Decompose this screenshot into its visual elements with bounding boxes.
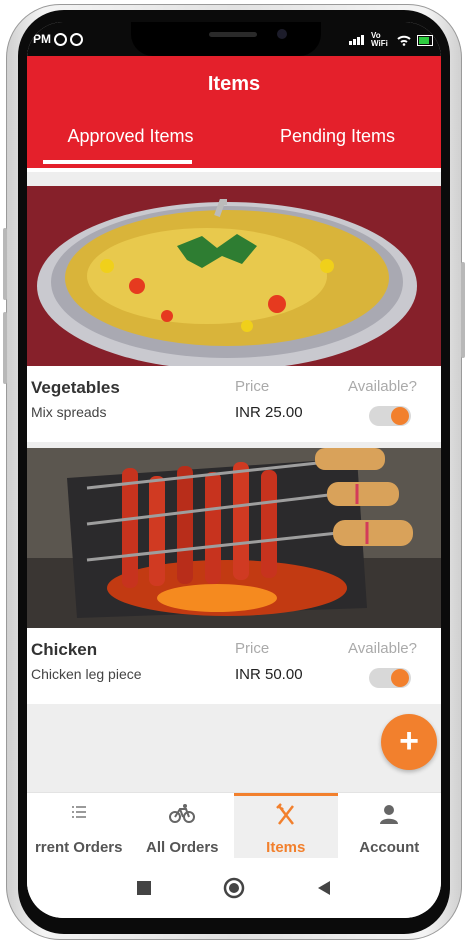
- speaker-grille: [209, 32, 257, 37]
- app-screen: PM Vo WiFi Items Approved Items Pending …: [27, 22, 441, 918]
- notification-icon: [54, 33, 67, 47]
- item-card[interactable]: Chicken Chicken leg piece Price INR 50.0…: [27, 448, 441, 704]
- price-label: Price: [235, 378, 270, 395]
- item-price: INR 50.00: [235, 666, 303, 683]
- item-card[interactable]: Vegetables Mix spreads Price INR 25.00 A…: [27, 186, 441, 442]
- wifi-icon: [397, 35, 411, 46]
- status-icons: Vo WiFi: [349, 32, 433, 48]
- add-item-button[interactable]: +: [381, 714, 437, 770]
- bottom-navigation: rrent Orders All Orders Items Account: [27, 792, 441, 859]
- availability-toggle[interactable]: [369, 406, 411, 426]
- camera-notch: [131, 22, 321, 56]
- system-navigation-bar: [27, 858, 441, 918]
- phone-side-button: [3, 312, 7, 384]
- item-info: Chicken Chicken leg piece Price INR 50.0…: [27, 628, 441, 704]
- available-label: Available?: [348, 640, 417, 657]
- list-icon: [71, 806, 86, 818]
- nav-label: Account: [359, 839, 420, 856]
- phone-side-button: [3, 228, 7, 300]
- recents-icon[interactable]: [136, 880, 152, 896]
- page-title: Items: [207, 73, 261, 95]
- status-bar: PM Vo WiFi: [27, 22, 441, 58]
- home-icon[interactable]: [222, 876, 246, 900]
- toggle-knob: [391, 407, 409, 425]
- availability-toggle[interactable]: [369, 668, 411, 688]
- front-camera: [277, 29, 287, 39]
- item-name: Vegetables: [31, 378, 120, 397]
- price-label: Price: [235, 640, 270, 657]
- app-bar: Items: [27, 56, 441, 112]
- signal-icon: [349, 35, 365, 45]
- battery-icon: [417, 34, 433, 46]
- tab-bar: Approved Items Pending Items: [27, 112, 441, 168]
- tab-bar-divider: [27, 168, 441, 172]
- item-name: Chicken: [31, 640, 98, 659]
- fork-knife-icon: [275, 803, 294, 825]
- vowifi-label: Vo WiFi: [371, 31, 388, 48]
- item-price: INR 25.00: [235, 404, 303, 421]
- bicycle-icon: [169, 804, 196, 823]
- toggle-knob: [391, 669, 409, 687]
- item-image: [27, 186, 441, 366]
- person-icon: [380, 805, 399, 824]
- item-image: [27, 448, 441, 628]
- status-time: PM: [33, 32, 83, 47]
- notification-icon: [70, 33, 83, 47]
- available-label: Available?: [348, 378, 417, 395]
- item-description: Mix spreads: [31, 404, 107, 420]
- item-info: Vegetables Mix spreads Price INR 25.00 A…: [27, 366, 441, 442]
- tab-approved-items[interactable]: Approved Items: [27, 112, 234, 168]
- nav-account[interactable]: Account: [338, 793, 442, 859]
- tab-pending-items[interactable]: Pending Items: [234, 112, 441, 168]
- nav-label: rrent Orders: [34, 839, 123, 856]
- item-description: Chicken leg piece: [31, 666, 142, 682]
- back-icon[interactable]: [316, 880, 332, 896]
- phone-power-button: [461, 262, 465, 358]
